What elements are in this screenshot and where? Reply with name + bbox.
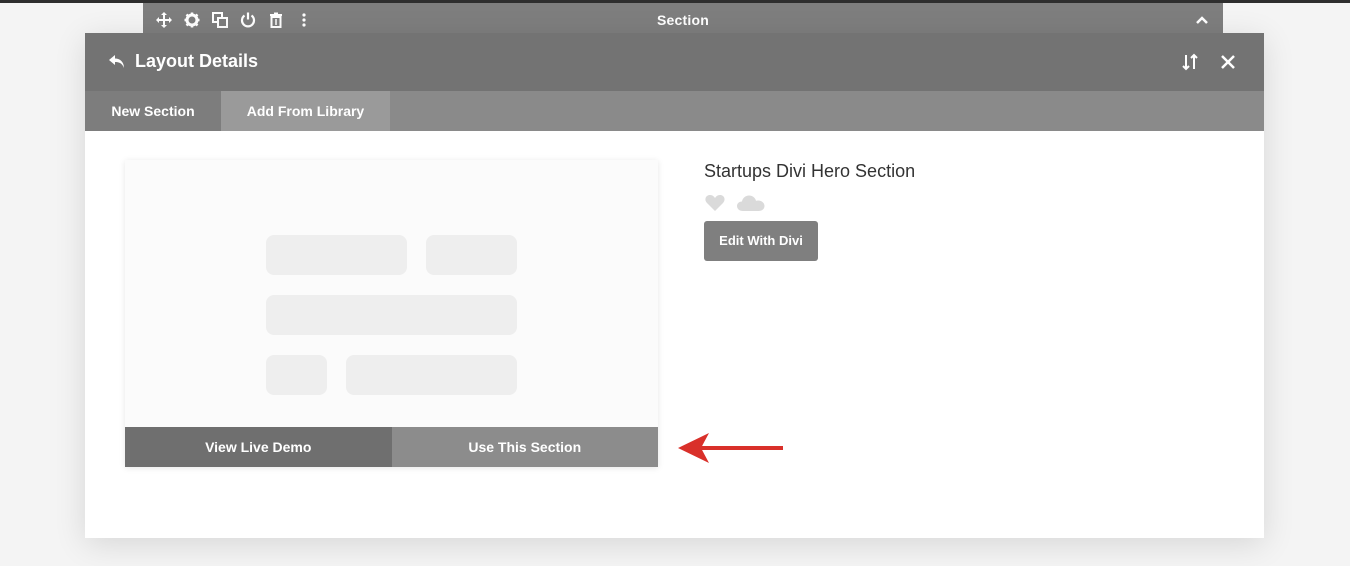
section-bar-title: Section [657, 12, 709, 28]
preview-placeholder-block [426, 235, 517, 275]
preview-placeholder-block [266, 295, 517, 335]
layout-preview-card: View Live Demo Use This Section [125, 160, 658, 467]
layout-title: Startups Divi Hero Section [704, 161, 916, 181]
arrow-annotation-icon [678, 433, 783, 463]
sort-icon[interactable] [1180, 52, 1200, 72]
layout-actions-icons [704, 193, 766, 213]
section-settings-bar: Section [143, 3, 1223, 37]
modal-header: Layout Details [85, 33, 1264, 91]
view-live-demo-button[interactable]: View Live Demo [125, 427, 392, 467]
back-icon[interactable] [107, 52, 127, 72]
chevron-up-icon[interactable] [1193, 11, 1211, 29]
preview-placeholder-block [346, 355, 517, 395]
tab-add-from-library[interactable]: Add From Library [221, 91, 390, 131]
preview-placeholder-block [266, 235, 407, 275]
heart-icon[interactable] [704, 193, 726, 213]
tab-new-section[interactable]: New Section [85, 91, 221, 131]
preview-placeholder-block [266, 355, 327, 395]
preview-actions: View Live Demo Use This Section [125, 427, 658, 467]
use-this-section-button[interactable]: Use This Section [391, 427, 658, 467]
modal-title: Layout Details [135, 51, 259, 71]
modal-tabs: New Section Add From Library [85, 91, 1264, 131]
close-icon[interactable] [1218, 52, 1238, 72]
cloud-icon[interactable] [736, 193, 766, 213]
edit-with-divi-button[interactable]: Edit With Divi [704, 221, 818, 261]
